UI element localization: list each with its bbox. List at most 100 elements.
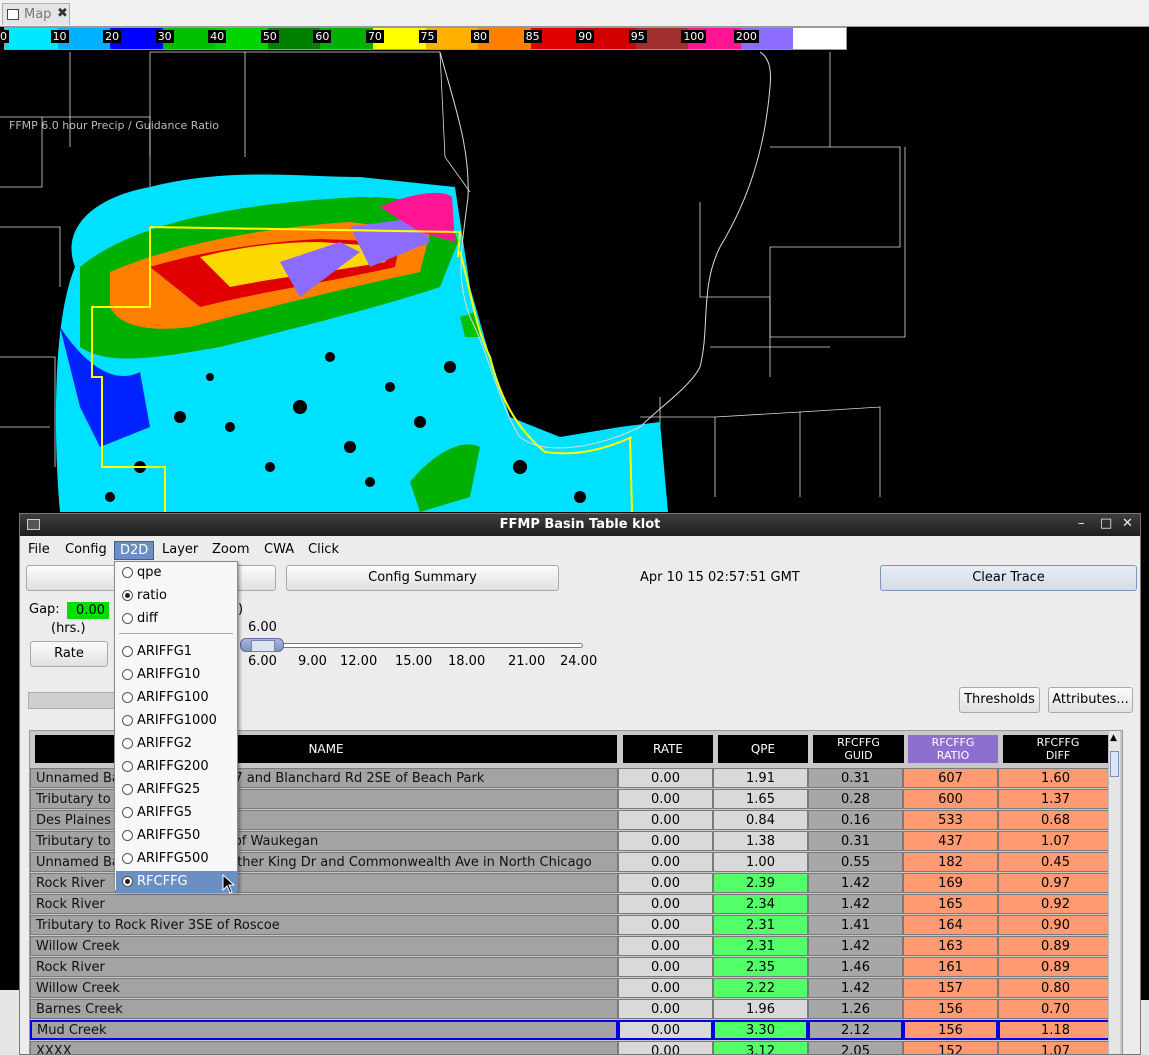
scroll-up-icon[interactable]: ▲ — [1110, 733, 1117, 743]
cell-ratio[interactable]: 607 — [903, 768, 998, 788]
d2d-menu-item[interactable]: ARIFFG500 — [116, 848, 237, 870]
cell-diff[interactable]: 1.37 — [998, 789, 1113, 809]
cell-qpe[interactable]: 2.31 — [713, 936, 808, 956]
d2d-menu-item[interactable]: ARIFFG25 — [116, 779, 237, 801]
d2d-menu-item[interactable]: RFCFFG — [116, 871, 237, 893]
cell-rate[interactable]: 0.00 — [618, 936, 713, 956]
cell-rate[interactable]: 0.00 — [618, 957, 713, 977]
cell-qpe[interactable]: 1.00 — [713, 852, 808, 872]
cell-qpe[interactable]: 2.35 — [713, 957, 808, 977]
thresholds-button[interactable]: Thresholds — [959, 687, 1040, 713]
cell-diff[interactable]: 1.60 — [998, 768, 1113, 788]
d2d-menu-item[interactable]: ARIFFG1000 — [116, 710, 237, 732]
cell-rate[interactable]: 0.00 — [618, 894, 713, 914]
cell-diff[interactable]: 0.97 — [998, 873, 1113, 893]
cell-rate[interactable]: 0.00 — [618, 915, 713, 935]
d2d-menu-item[interactable]: ARIFFG200 — [116, 756, 237, 778]
d2d-menu-item[interactable]: ARIFFG100 — [116, 687, 237, 709]
cell-qpe[interactable]: 2.39 — [713, 873, 808, 893]
table-row[interactable]: Mud Creek 0.00 3.30 2.12 156 1.18 — [30, 1020, 1122, 1041]
cell-qpe[interactable]: 1.38 — [713, 831, 808, 851]
cell-diff[interactable]: 0.89 — [998, 936, 1113, 956]
cell-guid[interactable]: 1.42 — [808, 873, 903, 893]
cell-qpe[interactable]: 1.65 — [713, 789, 808, 809]
rate-button[interactable]: Rate — [30, 641, 108, 667]
cell-name[interactable]: Willow Creek — [30, 936, 618, 956]
column-header-rate[interactable]: RATE — [623, 735, 713, 763]
attributes-button[interactable]: Attributes... — [1048, 687, 1133, 713]
cell-guid[interactable]: 2.12 — [808, 1020, 903, 1040]
column-header-rfcffg-guid[interactable]: RFCFFG GUID — [813, 735, 904, 763]
cell-guid[interactable]: 0.28 — [808, 789, 903, 809]
column-header-rfcffg-ratio[interactable]: RFCFFG RATIO — [908, 735, 998, 763]
cell-guid[interactable]: 0.31 — [808, 768, 903, 788]
table-row[interactable]: Willow Creek 0.00 2.22 1.42 157 0.80 — [30, 978, 1122, 999]
minimize-icon[interactable]: – — [1078, 516, 1085, 531]
close-icon[interactable]: ✕ — [1122, 516, 1133, 531]
d2d-menu-item[interactable]: ARIFFG5 — [116, 802, 237, 824]
cell-ratio[interactable]: 163 — [903, 936, 998, 956]
d2d-menu-item[interactable]: ARIFFG1 — [116, 641, 237, 663]
menu-file[interactable]: File — [23, 541, 55, 558]
cell-guid[interactable]: 2.05 — [808, 1041, 903, 1054]
cell-diff[interactable]: 1.07 — [998, 1041, 1113, 1054]
cell-diff[interactable]: 0.89 — [998, 957, 1113, 977]
cell-diff[interactable]: 1.18 — [998, 1020, 1113, 1040]
cell-guid[interactable]: 1.46 — [808, 957, 903, 977]
cell-rate[interactable]: 0.00 — [618, 852, 713, 872]
cell-ratio[interactable]: 152 — [903, 1041, 998, 1054]
cell-ratio[interactable]: 182 — [903, 852, 998, 872]
cell-guid[interactable]: 1.42 — [808, 936, 903, 956]
cell-name[interactable]: Tributary to Rock River 3SE of Roscoe — [30, 915, 618, 935]
config-summary-button[interactable]: Config Summary — [286, 565, 559, 591]
cell-guid[interactable]: 0.16 — [808, 810, 903, 830]
cell-rate[interactable]: 0.00 — [618, 810, 713, 830]
time-duration-slider-track[interactable] — [240, 643, 583, 648]
d2d-menu-item[interactable]: ratio — [116, 585, 237, 607]
cell-qpe[interactable]: 1.91 — [713, 768, 808, 788]
cell-guid[interactable]: 0.31 — [808, 831, 903, 851]
d2d-menu-item[interactable]: ARIFFG2 — [116, 733, 237, 755]
cell-rate[interactable]: 0.00 — [618, 768, 713, 788]
close-icon[interactable]: ✖ — [57, 6, 68, 21]
cell-qpe[interactable]: 0.84 — [713, 810, 808, 830]
cell-qpe[interactable]: 2.34 — [713, 894, 808, 914]
menu-cwa[interactable]: CWA — [259, 541, 299, 558]
cell-ratio[interactable]: 533 — [903, 810, 998, 830]
cell-rate[interactable]: 0.00 — [618, 978, 713, 998]
cell-name[interactable]: Rock River — [30, 957, 618, 977]
cell-qpe[interactable]: 2.31 — [713, 915, 808, 935]
cell-guid[interactable]: 1.26 — [808, 999, 903, 1019]
table-row[interactable]: Barnes Creek 0.00 1.96 1.26 156 0.70 — [30, 999, 1122, 1020]
d2d-menu-item[interactable]: diff — [116, 608, 237, 630]
cell-rate[interactable]: 0.00 — [618, 789, 713, 809]
cell-ratio[interactable]: 161 — [903, 957, 998, 977]
cell-rate[interactable]: 0.00 — [618, 831, 713, 851]
table-row[interactable]: Rock River 0.00 2.34 1.42 165 0.92 — [30, 894, 1122, 915]
cell-qpe[interactable]: 3.30 — [713, 1020, 808, 1040]
map-tab[interactable]: Map ✖ — [2, 3, 70, 25]
maximize-icon[interactable]: □ — [1100, 516, 1112, 531]
cell-name[interactable]: Barnes Creek — [30, 999, 618, 1019]
column-header-rfcffg-diff[interactable]: RFCFFG DIFF — [1003, 735, 1113, 763]
cell-qpe[interactable]: 3.12 — [713, 1041, 808, 1054]
cell-rate[interactable]: 0.00 — [618, 999, 713, 1019]
d2d-menu-item[interactable]: ARIFFG10 — [116, 664, 237, 686]
cell-ratio[interactable]: 165 — [903, 894, 998, 914]
menu-d2d[interactable]: D2D — [114, 541, 155, 560]
cell-qpe[interactable]: 1.96 — [713, 999, 808, 1019]
table-row[interactable]: Tributary to Rock River 3SE of Roscoe 0.0… — [30, 915, 1122, 936]
clear-trace-button[interactable]: Clear Trace — [880, 565, 1137, 591]
cell-guid[interactable]: 0.55 — [808, 852, 903, 872]
cell-name[interactable]: XXXX — [30, 1041, 618, 1054]
cell-guid[interactable]: 1.42 — [808, 894, 903, 914]
cell-name[interactable]: Willow Creek — [30, 978, 618, 998]
table-scrollbar[interactable]: ▲ — [1108, 731, 1120, 1054]
cell-diff[interactable]: 0.68 — [998, 810, 1113, 830]
cell-ratio[interactable]: 169 — [903, 873, 998, 893]
cell-ratio[interactable]: 600 — [903, 789, 998, 809]
cell-ratio[interactable]: 156 — [903, 1020, 998, 1040]
cell-diff[interactable]: 0.80 — [998, 978, 1113, 998]
menu-layer[interactable]: Layer — [157, 541, 203, 558]
cell-diff[interactable]: 1.07 — [998, 831, 1113, 851]
